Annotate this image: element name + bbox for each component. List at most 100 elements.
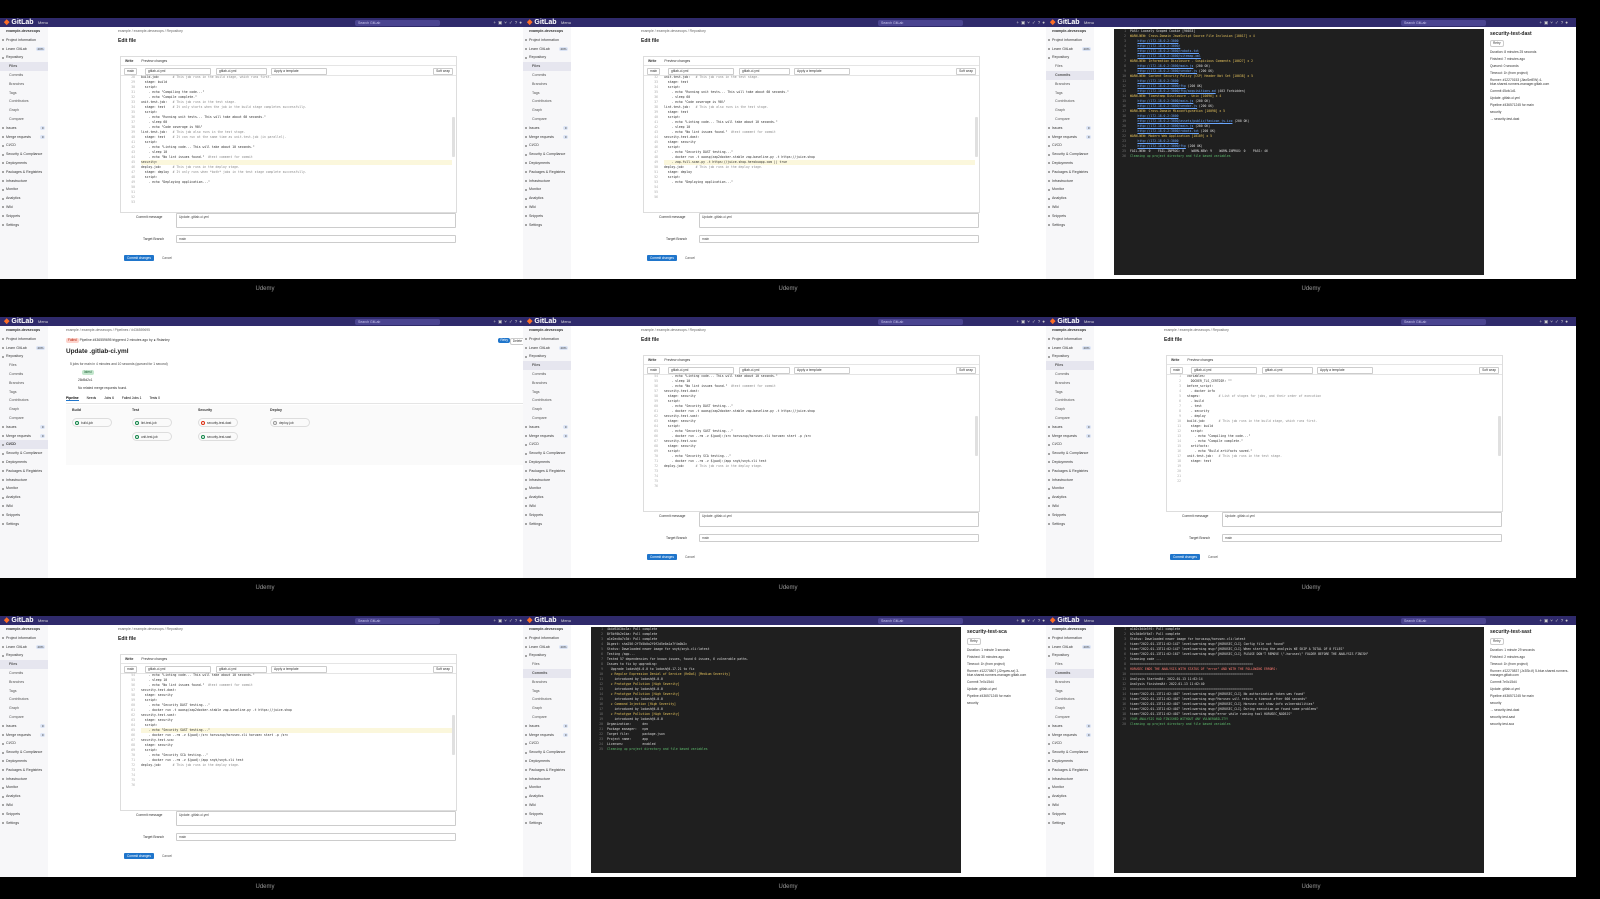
editor-scrollbar[interactable] — [975, 416, 978, 456]
sidebar-item[interactable]: Repository — [0, 53, 48, 62]
soft-wrap-button[interactable]: Soft wrap — [956, 68, 976, 75]
sidebar-item[interactable]: Analytics — [1046, 493, 1094, 502]
sidebar-item[interactable]: Tags — [0, 89, 48, 98]
code-line[interactable]: stage: test — [1187, 459, 1498, 464]
sidebar-project-name[interactable]: example-devsecops — [1046, 27, 1094, 36]
sidebar-item[interactable]: Wiki — [0, 801, 48, 810]
tab-write[interactable]: Write — [125, 657, 133, 661]
tab-preview[interactable]: Preview changes — [664, 59, 690, 63]
branch-select[interactable]: main — [647, 367, 661, 374]
sidebar-item[interactable]: Contributors — [1046, 97, 1094, 106]
sidebar-item[interactable]: Wiki — [1046, 203, 1094, 212]
sidebar-item[interactable]: Branches — [523, 80, 571, 89]
editor-scrollbar[interactable] — [452, 715, 455, 755]
sidebar-item[interactable]: Commits — [523, 668, 571, 678]
commit-changes-button[interactable]: Commit changes — [647, 554, 677, 560]
job-commit[interactable]: Commit 7e0c15d4 — [1490, 680, 1570, 684]
sidebar-item[interactable]: Merge requests 0 — [1046, 432, 1094, 441]
code-editor[interactable]: 1 2 3 4 5 6 7 8 9 10 11 12 13 14 15 16 17 18 19 20 21 22 varia… — [1167, 374, 1502, 511]
filename-input[interactable]: gitlab-ci.yml — [668, 367, 734, 374]
sidebar-item[interactable]: Infrastructure — [1046, 476, 1094, 485]
sidebar-item[interactable]: Files — [523, 62, 571, 71]
menu-button[interactable]: Menu — [38, 317, 48, 326]
retry-button[interactable]: Retry — [498, 338, 510, 343]
sidebar-item[interactable]: CI/CD — [0, 141, 48, 150]
sidebar-item[interactable]: Analytics — [0, 792, 48, 801]
sidebar-item[interactable]: Security & Compliance — [523, 150, 571, 159]
breadcrumb[interactable]: example / example-devsecops / Repository — [118, 29, 183, 33]
sidebar-item[interactable]: Merge requests 0 — [523, 731, 571, 740]
commit-sha[interactable]: 28d5d2c1 — [78, 378, 92, 382]
sidebar-item[interactable]: Branches — [523, 678, 571, 687]
sidebar-item[interactable]: Learn GitLab 20% — [1046, 344, 1094, 353]
sidebar-item[interactable]: Deployments — [0, 458, 48, 467]
gitlab-logo[interactable]: ◆ GitLab — [4, 317, 34, 326]
pipeline-job[interactable]: lint-test-job — [132, 418, 172, 427]
sidebar-project-name[interactable]: example-devsecops — [1046, 326, 1094, 335]
sidebar-item[interactable]: Settings — [523, 520, 571, 529]
search-input[interactable]: Search GitLab — [878, 617, 963, 624]
pipeline-job[interactable]: unit-test-job — [132, 432, 172, 441]
sidebar-item[interactable]: Issues 0 — [0, 722, 48, 731]
sidebar-item[interactable]: Wiki — [1046, 502, 1094, 511]
sidebar-item[interactable]: Snippets — [523, 212, 571, 221]
sidebar-item[interactable]: Deployments — [1046, 458, 1094, 467]
sidebar-item[interactable]: Issues 0 — [523, 722, 571, 731]
sidebar-item[interactable]: Deployments — [523, 159, 571, 168]
sidebar-item[interactable]: Compare — [523, 414, 571, 423]
template-select[interactable]: gitlab-ci.yml — [739, 367, 790, 374]
sidebar-item[interactable]: Infrastructure — [1046, 177, 1094, 186]
branch-select[interactable]: main — [647, 68, 661, 75]
gitlab-logo[interactable]: ◆ GitLab — [1050, 18, 1080, 27]
sidebar-item[interactable]: Security & Compliance — [523, 449, 571, 458]
sidebar-item[interactable]: Infrastructure — [523, 476, 571, 485]
code-line[interactable]: deploy-job: # This job runs in the deplo… — [141, 763, 452, 768]
editor-scrollbar[interactable] — [975, 117, 978, 157]
breadcrumb[interactable]: example / example-devsecops / Pipelines … — [66, 328, 150, 332]
sidebar-item[interactable]: Wiki — [523, 203, 571, 212]
sidebar-item[interactable]: Graph — [1046, 405, 1094, 414]
search-input[interactable]: Search GitLab — [1401, 19, 1486, 26]
target-branch-input[interactable]: main — [176, 833, 456, 841]
tab-preview[interactable]: Preview changes — [141, 657, 167, 661]
sidebar-item[interactable]: Compare — [523, 115, 571, 124]
pipeline-job[interactable]: security-test-sast — [198, 432, 238, 441]
sidebar-item[interactable]: Project information — [523, 634, 571, 643]
cancel-link[interactable]: Cancel — [685, 555, 695, 559]
menu-button[interactable]: Menu — [1084, 616, 1094, 625]
sidebar-item[interactable]: Learn GitLab 20% — [0, 45, 48, 54]
sidebar-item[interactable]: Merge requests 0 — [1046, 731, 1094, 740]
sidebar-item[interactable]: Issues 0 — [0, 124, 48, 133]
sidebar-item[interactable]: Compare — [1046, 115, 1094, 124]
sidebar-item[interactable]: Contributors — [0, 396, 48, 405]
sidebar-item[interactable]: Snippets — [0, 212, 48, 221]
job-pipeline[interactable]: Pipeline #436571245 for main — [1490, 103, 1570, 107]
sidebar-item[interactable]: Snippets — [1046, 212, 1094, 221]
pipeline-tab[interactable]: Tests 0 — [150, 396, 160, 400]
menu-button[interactable]: Menu — [561, 317, 571, 326]
sidebar-item[interactable]: Contributors — [0, 695, 48, 704]
code-line[interactable]: deploy-job: # This job runs in the deplo… — [664, 464, 975, 469]
sidebar-item[interactable]: CI/CD — [523, 739, 571, 748]
branch-select[interactable]: main — [1170, 367, 1184, 374]
sidebar-project-name[interactable]: example-devsecops — [523, 27, 571, 36]
branch-select[interactable]: main — [124, 68, 138, 75]
sidebar-item[interactable]: Project information — [1046, 335, 1094, 344]
sidebar-item[interactable]: Issues 0 — [523, 124, 571, 133]
code-line[interactable]: - echo "Deploying application..." — [141, 180, 452, 185]
job-list-item[interactable]: → security-test-dast — [1490, 708, 1570, 712]
sidebar-item[interactable]: Packages & Registries — [1046, 168, 1094, 177]
template-type-select[interactable]: Apply a template — [1317, 367, 1373, 374]
menu-button[interactable]: Menu — [38, 18, 48, 27]
code-line[interactable]: - echo "Deploying application..." — [664, 180, 975, 185]
filename-input[interactable]: gitlab-ci.yml — [145, 666, 211, 673]
sidebar-item[interactable]: Monitor — [0, 484, 48, 493]
soft-wrap-button[interactable]: Soft wrap — [1479, 367, 1499, 374]
sidebar-project-name[interactable]: example-devsecops — [0, 27, 48, 36]
gitlab-logo[interactable]: ◆ GitLab — [527, 616, 557, 625]
sidebar-item[interactable]: Issues 0 — [1046, 124, 1094, 133]
pipeline-job[interactable]: deploy-job — [270, 418, 310, 427]
sidebar-item[interactable]: Monitor — [0, 783, 48, 792]
job-log[interactable]: 1 2 3 4 5 6 7 8 9 10 11 12 13 14 15 16 17 18 19 20 a1b2c3d4e… — [1114, 627, 1484, 873]
sidebar-item[interactable]: Merge requests 0 — [1046, 133, 1094, 142]
